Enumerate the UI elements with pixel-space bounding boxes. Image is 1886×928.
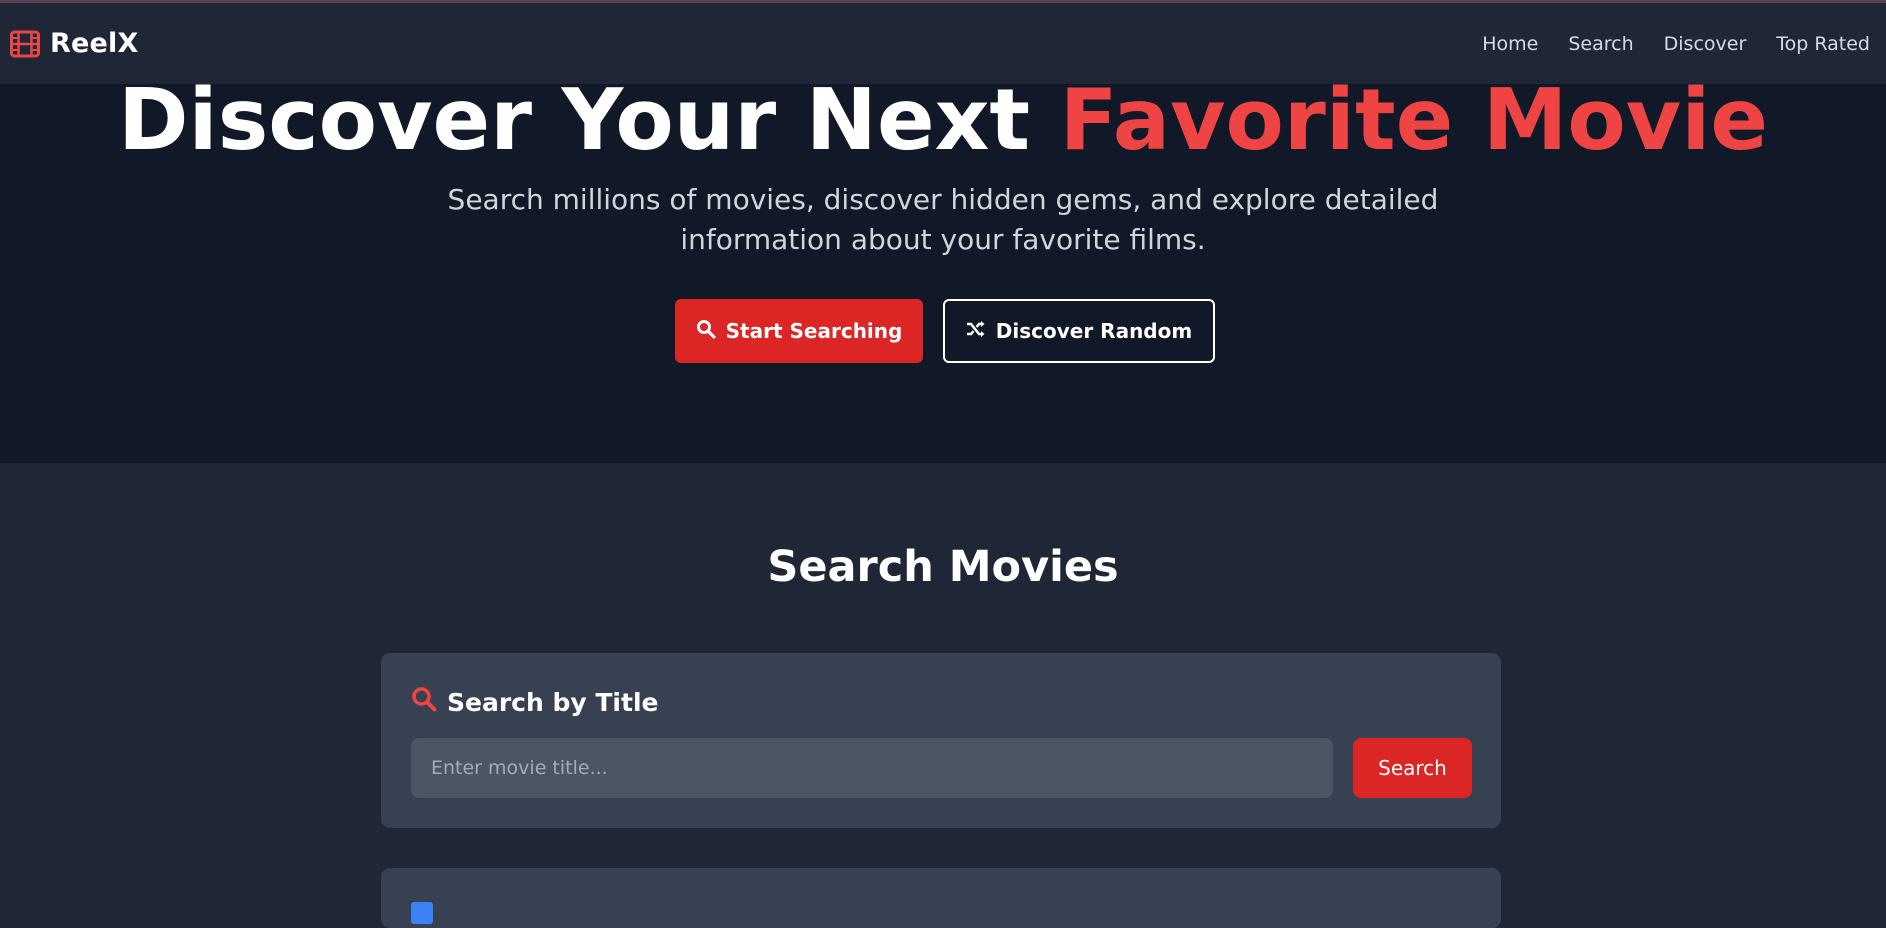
nav-link-discover[interactable]: Discover [1664, 33, 1747, 55]
nav-link-search[interactable]: Search [1568, 33, 1633, 55]
hero-subtitle: Search millions of movies, discover hidd… [0, 180, 1886, 260]
search-by-title-heading: Search by Title [411, 686, 658, 718]
start-searching-label: Start Searching [725, 319, 903, 343]
hero-section: Discover Your Next Favorite Movie Search… [0, 84, 1886, 463]
brand-name: ReelX [50, 28, 139, 59]
search-section-title: Search Movies [767, 542, 1119, 592]
nav-link-home[interactable]: Home [1482, 33, 1538, 55]
search-button[interactable]: Search [1353, 738, 1472, 798]
movie-title-input[interactable] [411, 738, 1333, 798]
list-icon [411, 902, 433, 924]
navbar: ReelX Home Search Discover Top Rated [0, 3, 1886, 84]
discover-random-label: Discover Random [995, 319, 1193, 343]
film-icon [10, 30, 40, 58]
hero-title-main: Discover Your Next [118, 84, 1060, 170]
hero-title: Discover Your Next Favorite Movie [0, 84, 1886, 176]
hero-subtitle-line-1: Search millions of movies, discover hidd… [447, 183, 1439, 216]
hero-subtitle-line-2: information about your favorite films. [680, 223, 1206, 256]
search-by-title-label: Search by Title [447, 687, 659, 717]
hero-buttons: Start Searching Discover Random [0, 299, 1886, 363]
search-by-title-card: Search by Title Search [381, 653, 1501, 828]
nav-links: Home Search Discover Top Rated [1482, 33, 1870, 55]
shuffle-icon [966, 319, 986, 344]
next-search-card [381, 868, 1501, 928]
discover-random-button[interactable]: Discover Random [943, 299, 1215, 363]
brand-logo[interactable]: ReelX [10, 28, 139, 59]
search-icon [696, 319, 716, 344]
hero-title-accent: Favorite Movie [1059, 84, 1768, 170]
start-searching-button[interactable]: Start Searching [675, 299, 923, 363]
nav-link-top-rated[interactable]: Top Rated [1776, 33, 1870, 55]
search-icon [411, 686, 437, 718]
